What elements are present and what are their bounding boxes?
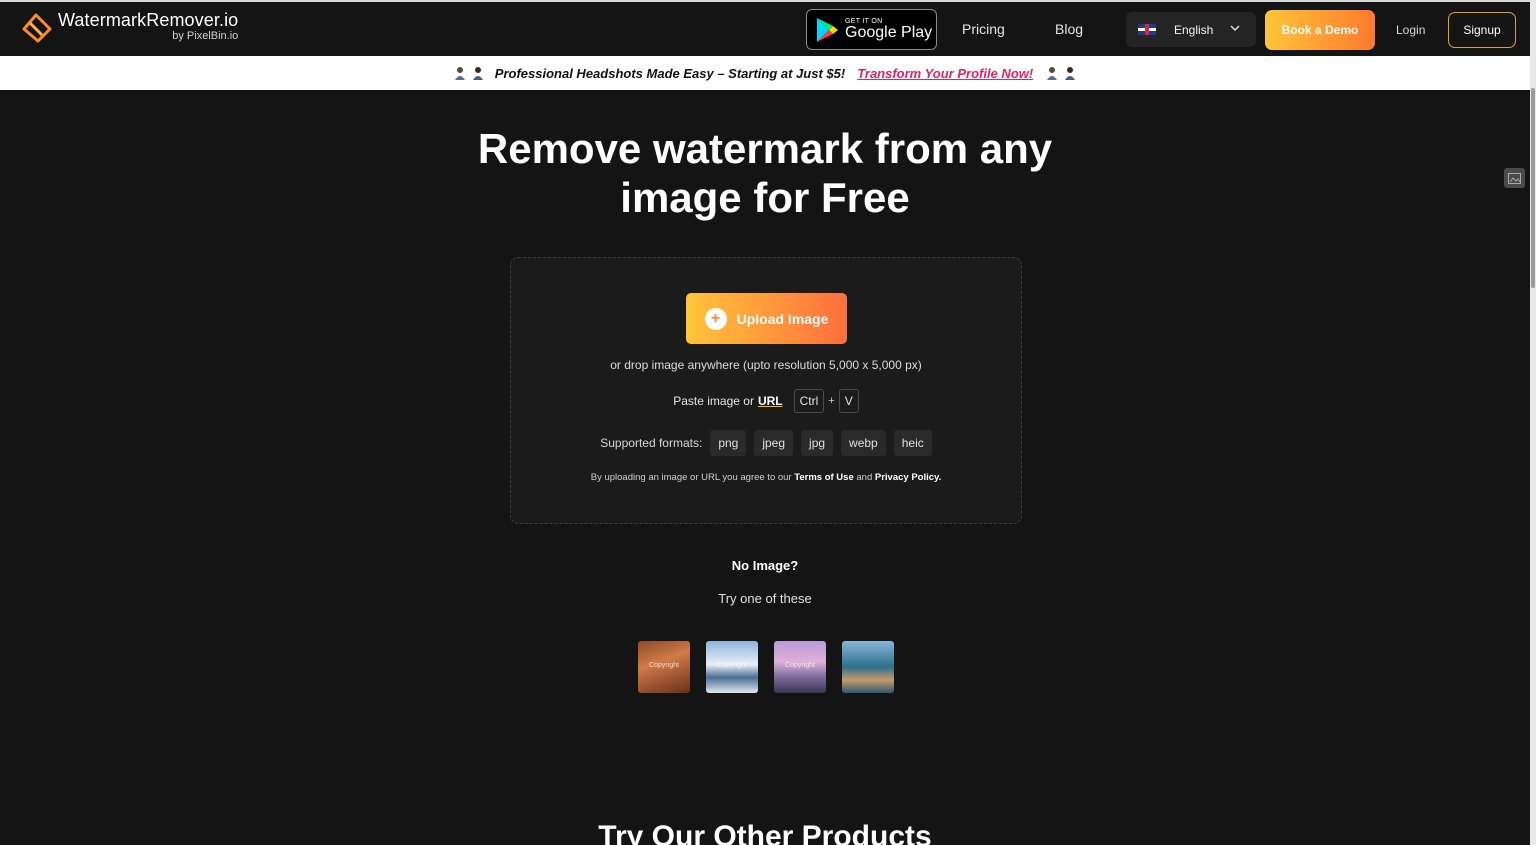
page: WatermarkRemover.io by PixelBin.io GET I…	[0, 0, 1536, 845]
sample-watermark: Copyright	[649, 662, 679, 669]
logo[interactable]: WatermarkRemover.io by PixelBin.io	[20, 9, 238, 43]
terms-prefix: By uploading an image or URL you agree t…	[590, 472, 792, 483]
promo-text: Professional Headshots Made Easy – Start…	[494, 65, 846, 81]
hero-title-line-1: Remove watermark from any	[477, 125, 1053, 172]
upload-image-button[interactable]: + Upload Image	[686, 293, 847, 344]
nav-blog[interactable]: Blog	[1055, 21, 1083, 37]
person-icon	[1047, 67, 1058, 80]
person-icon	[454, 67, 465, 80]
sample-image-mountain[interactable]: Copyright	[706, 641, 758, 693]
format-badge: jpg	[801, 430, 834, 456]
login-link[interactable]: Login	[1396, 23, 1425, 37]
person-icon	[1065, 67, 1076, 80]
scrollbar-thumb[interactable]	[1531, 88, 1535, 288]
chevron-down-icon	[1230, 25, 1240, 32]
upload-image-label: Upload Image	[736, 310, 829, 327]
uk-flag-icon	[1138, 24, 1156, 35]
format-badge: webp	[841, 430, 886, 456]
paste-label: Paste image or	[673, 394, 754, 408]
language-label: English	[1174, 22, 1214, 37]
terms-notice: By uploading an image or URL you agree t…	[511, 472, 1021, 483]
google-play-icon	[817, 17, 838, 42]
person-icon	[472, 67, 483, 80]
format-badge: png	[710, 430, 747, 456]
key-plus: +	[828, 395, 835, 407]
google-play-label: Google Play	[845, 23, 933, 41]
paste-row: Paste image or URL Ctrl + V	[511, 389, 1021, 413]
no-image-heading: No Image?	[731, 558, 799, 573]
url-link[interactable]: URL	[758, 394, 783, 408]
promo-banner: Professional Headshots Made Easy – Start…	[0, 56, 1530, 90]
sample-image-pier[interactable]	[842, 641, 894, 693]
nav-pricing[interactable]: Pricing	[962, 21, 1005, 37]
logo-subtitle: by PixelBin.io	[172, 30, 239, 42]
other-products-heading: Try Our Other Products	[598, 820, 932, 845]
top-navbar: WatermarkRemover.io by PixelBin.io GET I…	[0, 0, 1530, 56]
terms-and: and	[856, 472, 873, 483]
promo-link[interactable]: Transform Your Profile Now!	[857, 66, 1033, 81]
sample-watermark: Copyright	[785, 662, 815, 669]
book-demo-button[interactable]: Book a Demo	[1265, 10, 1375, 50]
plus-icon: +	[704, 307, 727, 330]
upload-dropzone[interactable]: + Upload Image or drop image anywhere (u…	[510, 257, 1022, 524]
logo-title: WatermarkRemover.io	[58, 10, 239, 30]
ctrl-key: Ctrl	[793, 389, 825, 413]
sample-image-dog[interactable]: Copyright	[638, 641, 690, 693]
format-badge: heic	[893, 430, 932, 456]
terms-of-use-link[interactable]: Terms of Use	[794, 472, 853, 483]
hero-title: Remove watermark from any image for Free	[0, 124, 1530, 222]
sample-watermark: Copyright	[717, 662, 747, 669]
try-these-subheading: Try one of these	[718, 591, 812, 606]
format-badge: jpeg	[754, 430, 794, 456]
google-play-button[interactable]: GET IT ON Google Play	[806, 9, 937, 50]
drop-hint: or drop image anywhere (upto resolution …	[610, 358, 922, 372]
privacy-policy-link[interactable]: Privacy Policy.	[875, 472, 941, 483]
hero-title-line-2: image for Free	[620, 174, 910, 221]
v-key: V	[838, 389, 859, 413]
sample-image-sunset[interactable]: Copyright	[774, 641, 826, 693]
language-selector[interactable]: English	[1126, 12, 1256, 47]
signup-button[interactable]: Signup	[1448, 12, 1516, 48]
supported-formats: Supported formats: png jpeg jpg webp hei…	[511, 430, 1021, 456]
formats-label: Supported formats:	[600, 436, 703, 450]
eraser-logo-icon	[22, 13, 52, 43]
